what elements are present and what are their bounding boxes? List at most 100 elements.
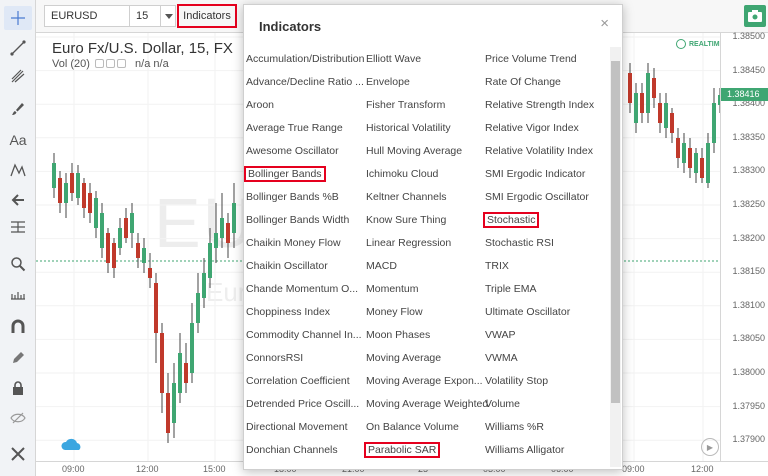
- indicator-item[interactable]: Volatility Stop: [485, 373, 609, 389]
- brush-icon[interactable]: [4, 97, 32, 121]
- indicator-item[interactable]: Chande Momentum O...: [246, 281, 360, 297]
- lock-icon[interactable]: [4, 376, 32, 400]
- zoom-icon[interactable]: [4, 252, 32, 276]
- hide-icon[interactable]: [105, 59, 115, 68]
- indicator-item[interactable]: Rate Of Change: [485, 74, 609, 90]
- eye-hidden-icon[interactable]: [4, 406, 32, 430]
- indicator-label: Volume: [485, 398, 521, 410]
- indicator-item[interactable]: Awesome Oscillator: [246, 143, 360, 159]
- indicator-item[interactable]: Price Volume Trend: [485, 51, 609, 67]
- candle-body: [58, 178, 62, 203]
- settings-icon[interactable]: [94, 59, 104, 68]
- indicators-button[interactable]: Indicators: [177, 4, 237, 28]
- candle-body: [118, 228, 122, 248]
- candle-body: [124, 218, 128, 238]
- scrollbar[interactable]: [610, 47, 621, 467]
- indicator-item[interactable]: Williams %R: [485, 419, 609, 435]
- indicator-item[interactable]: Parabolic SAR: [363, 442, 480, 458]
- indicator-item[interactable]: Moving Average Weighted: [366, 396, 488, 412]
- indicator-item[interactable]: Relative Volatility Index: [485, 143, 609, 159]
- interval-select[interactable]: 15: [129, 5, 161, 27]
- indicator-item[interactable]: On Balance Volume: [366, 419, 480, 435]
- arrow-left-icon[interactable]: [4, 188, 32, 212]
- indicator-label: MACD: [366, 260, 397, 272]
- indicator-item[interactable]: Bollinger Bands: [244, 166, 360, 182]
- pitchfork-icon[interactable]: [4, 64, 32, 88]
- indicator-item[interactable]: Detrended Price Oscill...: [246, 396, 360, 412]
- price-axis[interactable]: 1.38500 1.38450 1.38400 1.38350 1.38300 1.382…: [720, 31, 768, 461]
- indicator-item[interactable]: Chaikin Money Flow: [246, 235, 360, 251]
- trash-icon[interactable]: [4, 442, 32, 466]
- indicator-item[interactable]: Ichimoku Cloud: [366, 166, 480, 182]
- pencil-icon[interactable]: [4, 346, 32, 370]
- indicator-item[interactable]: SMI Ergodic Oscillator: [485, 189, 609, 205]
- indicator-item[interactable]: Fisher Transform: [366, 97, 480, 113]
- scrollbar-thumb[interactable]: [611, 61, 620, 403]
- indicator-label: ConnorsRSI: [246, 352, 304, 364]
- indicator-item[interactable]: VWMA: [485, 350, 609, 366]
- pattern-icon[interactable]: [4, 158, 32, 182]
- indicator-item[interactable]: Williams Alligator: [485, 442, 609, 458]
- indicator-item[interactable]: Stochastic RSI: [485, 235, 609, 251]
- indicator-item[interactable]: Bollinger Bands Width: [246, 212, 360, 228]
- indicator-label: Relative Vigor Index: [485, 122, 579, 134]
- indicator-item[interactable]: Relative Strength Index: [485, 97, 609, 113]
- current-price-label: 1.38416: [721, 88, 768, 101]
- indicator-item[interactable]: Moon Phases: [366, 327, 480, 343]
- measure-icon[interactable]: [4, 282, 32, 306]
- indicator-item[interactable]: Moving Average: [366, 350, 480, 366]
- close-icon[interactable]: ×: [600, 15, 609, 32]
- indicator-item[interactable]: Historical Volatility: [366, 120, 480, 136]
- indicator-item[interactable]: SMI Ergodic Indicator: [485, 166, 609, 182]
- indicator-item[interactable]: Moving Average Expon...: [366, 373, 483, 389]
- indicator-item[interactable]: Advance/Decline Ratio ...: [246, 74, 364, 90]
- indicator-item[interactable]: Volume: [485, 396, 609, 412]
- indicator-item[interactable]: Directional Movement: [246, 419, 360, 435]
- price-tick-label: 1.38100: [732, 299, 765, 310]
- indicator-item[interactable]: Stochastic: [482, 212, 609, 228]
- trend-line-icon[interactable]: [4, 36, 32, 60]
- indicator-item[interactable]: MACD: [366, 258, 480, 274]
- close-icon[interactable]: [116, 59, 126, 68]
- indicator-item[interactable]: Momentum: [366, 281, 480, 297]
- indicator-item[interactable]: Chaikin Oscillator: [246, 258, 360, 274]
- indicator-item[interactable]: Choppiness Index: [246, 304, 360, 320]
- indicator-item[interactable]: Know Sure Thing: [366, 212, 480, 228]
- price-tick-label: 1.38050: [732, 333, 765, 344]
- magnet-icon[interactable]: [4, 315, 32, 339]
- price-tick-label: 1.37950: [732, 400, 765, 411]
- indicator-item[interactable]: Aroon: [246, 97, 360, 113]
- symbol-input[interactable]: EURUSD: [44, 5, 130, 27]
- chevron-down-icon[interactable]: [160, 5, 176, 27]
- camera-icon[interactable]: [744, 5, 766, 27]
- indicator-item[interactable]: Money Flow: [366, 304, 480, 320]
- indicator-item[interactable]: Linear Regression: [366, 235, 480, 251]
- indicator-label: Relative Strength Index: [485, 99, 595, 111]
- play-icon[interactable]: ▶: [701, 438, 719, 456]
- indicator-item[interactable]: ConnorsRSI: [246, 350, 360, 366]
- candle-body: [178, 353, 182, 393]
- indicator-item[interactable]: Donchian Channels: [246, 442, 360, 458]
- crosshair-icon[interactable]: [4, 6, 32, 30]
- indicator-item[interactable]: Accumulation/Distribution: [246, 51, 364, 67]
- indicator-item[interactable]: Average True Range: [246, 120, 360, 136]
- realtime-badge: REALTIME: [676, 39, 724, 49]
- indicator-item[interactable]: Hull Moving Average: [366, 143, 480, 159]
- fib-icon[interactable]: [4, 215, 32, 239]
- indicator-item[interactable]: Triple EMA: [485, 281, 609, 297]
- indicator-item[interactable]: VWAP: [485, 327, 609, 343]
- volume-label: Vol (20): [52, 58, 90, 70]
- indicator-item[interactable]: Bollinger Bands %B: [246, 189, 360, 205]
- text-icon[interactable]: Aa: [4, 128, 32, 152]
- indicator-item[interactable]: Commodity Channel In...: [246, 327, 362, 343]
- indicator-item[interactable]: TRIX: [485, 258, 609, 274]
- indicator-item[interactable]: Relative Vigor Index: [485, 120, 609, 136]
- indicator-item[interactable]: Keltner Channels: [366, 189, 480, 205]
- indicator-item[interactable]: Correlation Coefficient: [246, 373, 360, 389]
- indicator-item[interactable]: Ultimate Oscillator: [485, 304, 609, 320]
- indicator-item[interactable]: Envelope: [366, 74, 480, 90]
- price-tick-label: 1.38200: [732, 232, 765, 243]
- time-tick-label: 15:00: [203, 464, 226, 474]
- indicator-label: Rate Of Change: [485, 76, 561, 88]
- indicator-item[interactable]: Elliott Wave: [366, 51, 480, 67]
